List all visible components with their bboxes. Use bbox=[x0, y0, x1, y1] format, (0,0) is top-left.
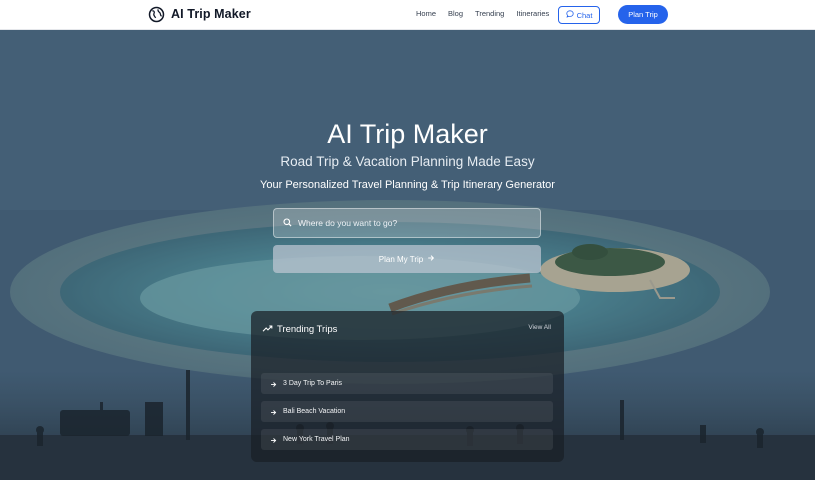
nav-link-itineraries[interactable]: Itineraries bbox=[516, 9, 549, 18]
trending-trip-item[interactable]: 3 Day Trip To Paris bbox=[261, 373, 553, 394]
nav-link-blog[interactable]: Blog bbox=[448, 9, 463, 18]
plan-my-trip-button[interactable]: Plan My Trip bbox=[273, 245, 541, 273]
plan-trip-button[interactable]: Plan Trip bbox=[618, 5, 668, 24]
nav-links: Home Blog Trending Itineraries bbox=[416, 9, 549, 18]
trip-label: Bali Beach Vacation bbox=[283, 408, 346, 415]
arrow-right-icon bbox=[270, 403, 277, 421]
brand[interactable]: AI Trip Maker bbox=[147, 5, 251, 23]
arrow-right-icon bbox=[270, 375, 277, 393]
trending-trips-panel: Trending Trips View All 3 Day Trip To Pa… bbox=[251, 311, 564, 462]
hero-tagline: Your Personalized Travel Planning & Trip… bbox=[260, 179, 555, 191]
trending-up-icon bbox=[262, 320, 273, 338]
trip-label: New York Travel Plan bbox=[283, 436, 350, 443]
plan-my-trip-label: Plan My Trip bbox=[378, 254, 424, 264]
trending-trip-item[interactable]: New York Travel Plan bbox=[261, 429, 553, 450]
arrow-right-icon bbox=[427, 254, 435, 264]
hero-title: AI Trip Maker bbox=[327, 119, 488, 149]
nav-link-trending[interactable]: Trending bbox=[475, 9, 504, 18]
search-icon bbox=[283, 214, 292, 232]
brand-name: AI Trip Maker bbox=[171, 7, 251, 21]
hero-subtitle: Road Trip & Vacation Planning Made Easy bbox=[280, 154, 535, 169]
top-navbar: AI Trip Maker Home Blog Trending Itinera… bbox=[0, 0, 815, 30]
trending-title: Trending Trips bbox=[277, 323, 338, 335]
nav-link-home[interactable]: Home bbox=[416, 9, 436, 18]
destination-search bbox=[273, 208, 541, 238]
hero-section: AI Trip Maker Road Trip & Vacation Plann… bbox=[0, 30, 815, 480]
globe-icon bbox=[147, 5, 165, 23]
trip-label: 3 Day Trip To Paris bbox=[283, 380, 343, 387]
chat-button-label: Chat bbox=[576, 10, 593, 20]
destination-input[interactable] bbox=[298, 218, 528, 228]
arrow-right-icon bbox=[270, 431, 277, 449]
chat-button[interactable]: Chat bbox=[558, 6, 600, 24]
trending-header: Trending Trips View All bbox=[262, 322, 553, 336]
chat-bubble-icon bbox=[565, 10, 574, 20]
trending-trip-item[interactable]: Bali Beach Vacation bbox=[261, 401, 553, 422]
view-all-link[interactable]: View All bbox=[528, 324, 551, 331]
